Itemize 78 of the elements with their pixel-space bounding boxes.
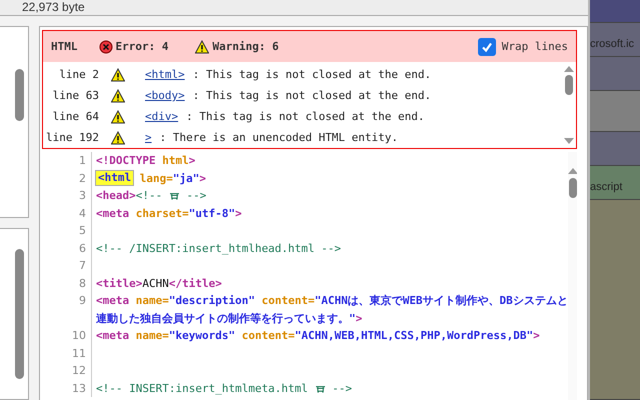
line-number: 6: [42, 240, 92, 257]
line-number: line 64: [52, 110, 99, 123]
line-number: line 63: [52, 89, 99, 102]
message-text: : This tag is not closed at the end.: [192, 68, 432, 81]
code-token: >: [199, 170, 206, 186]
code-token: <!-- /INSERT:insert_htmlhead.html -->: [96, 240, 342, 257]
tag-link[interactable]: <div>: [145, 110, 178, 123]
code-token: name=: [136, 328, 169, 344]
message-text: : There is an unencoded HTML entity.: [160, 131, 398, 144]
line-number: 8: [42, 274, 92, 292]
wrap-lines-checkbox[interactable]: Wrap lines: [478, 38, 568, 56]
background-text: ascript: [590, 181, 622, 193]
warning-icon: [111, 68, 125, 82]
code-token: "description": [168, 293, 255, 309]
line-number: line 192: [45, 131, 99, 144]
code-token: <html: [96, 171, 134, 186]
code-token: -->: [185, 188, 206, 204]
code-token: "keywords": [168, 328, 236, 344]
code-token: <head>: [96, 188, 136, 204]
scrollbar[interactable]: [15, 69, 24, 121]
tag-link[interactable]: <body>: [145, 89, 185, 102]
warning-count: Warning: 6: [212, 40, 279, 53]
code-token: content=: [260, 293, 315, 309]
line-number: 9: [42, 292, 92, 327]
code-token: lang=: [138, 170, 173, 186]
code-token: </title>: [168, 276, 222, 292]
tag-link[interactable]: <html>: [145, 68, 185, 81]
tag-link[interactable]: >: [145, 131, 152, 144]
line-number: 3: [42, 187, 92, 204]
line-number: 12: [42, 362, 92, 380]
code-token: >: [235, 206, 242, 222]
code-token: <title>: [96, 276, 142, 292]
scrollbar[interactable]: [15, 249, 24, 379]
warning-icon: [111, 110, 125, 124]
background-text: crosoft.ic: [590, 38, 634, 50]
line-number: 7: [42, 257, 92, 274]
code-token: content=: [240, 328, 295, 344]
scrollbar[interactable]: [568, 152, 577, 400]
code-token: <meta: [96, 328, 130, 344]
code-token: 連動した独自会員サイトの制作等を行っています。": [96, 310, 356, 326]
code-token: name=: [136, 293, 169, 309]
line-number: 4: [42, 204, 92, 222]
code-token: charset=: [136, 206, 189, 222]
line-number: line 2: [58, 68, 99, 81]
line-number: 11: [42, 344, 92, 362]
line-number: 10: [42, 327, 92, 344]
warning-icon: [195, 40, 210, 54]
line-number: 2: [42, 170, 92, 187]
code-token: <!--: [136, 188, 164, 204]
code-token: >: [356, 310, 362, 326]
line-number: 1: [42, 152, 92, 170]
glyph-icon: [168, 191, 180, 200]
line-number: 5: [42, 222, 92, 240]
code-token: "ja": [172, 170, 200, 186]
language-label: HTML: [51, 40, 78, 53]
message-text: : This tag is not closed at the end.: [186, 110, 425, 123]
warning-icon: [111, 88, 125, 102]
error-count: Error: 4: [116, 40, 168, 53]
code-token: html: [162, 153, 189, 169]
line-number: 13: [42, 380, 92, 397]
code-token: <meta: [96, 293, 130, 309]
warning-icon: [111, 130, 125, 144]
code-token: <meta: [96, 206, 130, 222]
file-size-label: 22,973 byte: [22, 0, 85, 14]
code-token: ACHN: [142, 276, 169, 292]
code-token: <!-- INSERT:insert_htmlmeta.html: [96, 380, 309, 397]
code-token: "utf-8": [188, 206, 236, 222]
code-token: "ACHN,WEB,HTML,CSS,PHP,WordPress,DB": [294, 328, 534, 344]
code-token: <!DOCTYPE: [96, 153, 157, 169]
error-icon: [98, 40, 112, 54]
glyph-icon: [314, 384, 326, 393]
code-token: >: [188, 153, 196, 169]
checkbox[interactable]: [478, 38, 496, 56]
code-token: -->: [331, 380, 352, 396]
code-token: >: [533, 328, 540, 344]
message-text: : This tag is not closed at the end.: [192, 89, 432, 102]
code-token: "ACHNは、東京でWEBサイト制作や、DBシステムと: [314, 293, 568, 309]
background-row: [590, 91, 640, 132]
